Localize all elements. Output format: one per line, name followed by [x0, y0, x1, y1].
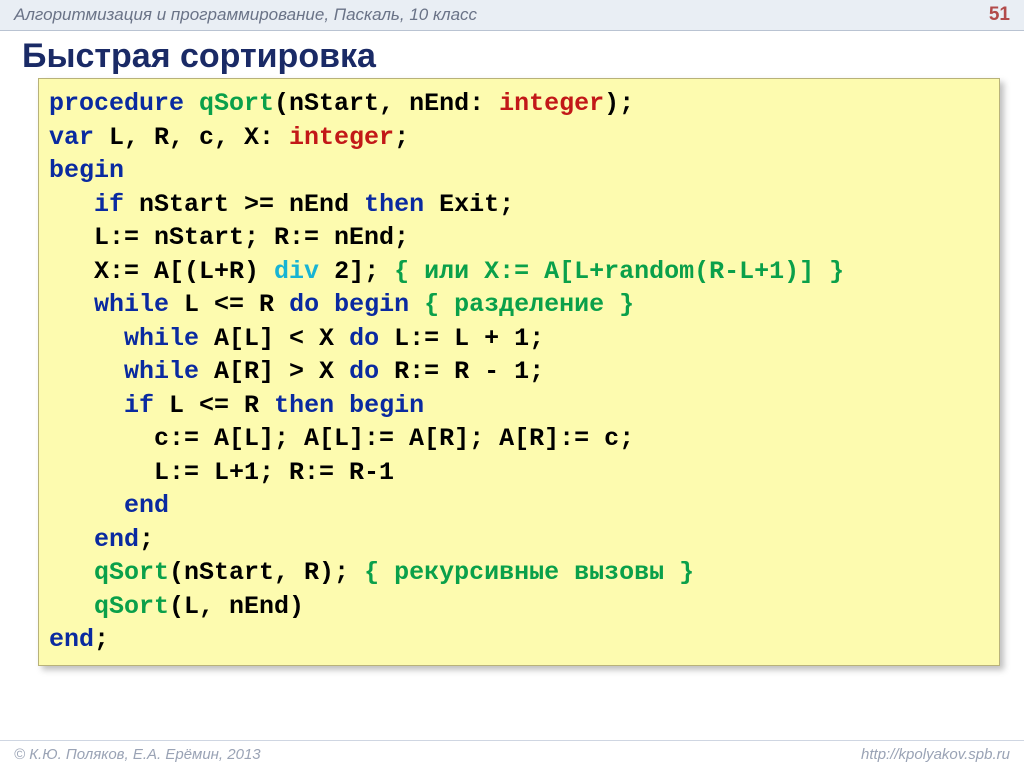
code-box: procedure qSort(nStart, nEnd: integer); … — [38, 78, 1000, 666]
header-bar: Алгоритмизация и программирование, Паска… — [0, 0, 1024, 31]
footer-copyright: © К.Ю. Поляков, Е.А. Ерёмин, 2013 — [14, 746, 261, 763]
footer-bar: © К.Ю. Поляков, Е.А. Ерёмин, 2013 http:/… — [0, 740, 1024, 767]
footer-url: http://kpolyakov.spb.ru — [861, 746, 1010, 763]
page-number: 51 — [989, 4, 1010, 26]
code-listing: procedure qSort(nStart, nEnd: integer); … — [49, 87, 989, 657]
page-title: Быстрая сортировка — [0, 31, 1024, 78]
breadcrumb: Алгоритмизация и программирование, Паска… — [14, 5, 477, 25]
